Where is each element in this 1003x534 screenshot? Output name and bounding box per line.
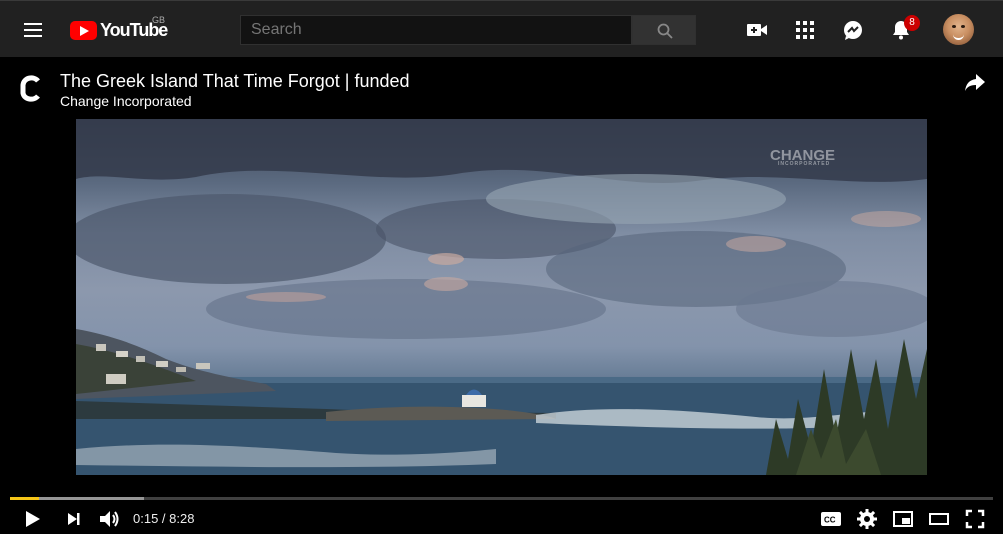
skip-next-icon (68, 513, 80, 525)
notification-badge: 8 (904, 15, 920, 31)
mute-button[interactable] (97, 507, 121, 531)
time-separator: / (158, 511, 170, 526)
play-button[interactable] (20, 507, 44, 531)
svg-text:CC: CC (824, 516, 836, 525)
gear-icon (857, 509, 877, 529)
progress-bar[interactable] (10, 497, 993, 500)
menu-icon[interactable] (22, 18, 46, 42)
volume-icon (100, 511, 119, 527)
next-button[interactable] (62, 507, 86, 531)
video-scene (76, 119, 927, 475)
progress-played (10, 497, 40, 500)
masthead: YouTube GB Search 8 (0, 0, 1003, 57)
watermark-subtext: INCORPORATED (778, 161, 831, 167)
theater-mode-icon (929, 513, 949, 525)
search-button[interactable] (632, 15, 696, 45)
theater-button[interactable] (927, 507, 951, 531)
settings-button[interactable] (855, 507, 879, 531)
avatar[interactable] (943, 14, 974, 45)
apps-grid-icon (796, 21, 814, 39)
miniplayer-button[interactable] (891, 507, 915, 531)
apps-button[interactable] (793, 18, 817, 42)
channel-logo-icon[interactable] (18, 72, 44, 104)
time-display: 0:15 / 8:28 (133, 511, 194, 526)
fullscreen-button[interactable] (963, 507, 987, 531)
share-arrow-icon (965, 74, 985, 91)
share-button[interactable] (962, 70, 988, 96)
channel-name[interactable]: Change Incorporated (60, 93, 192, 109)
video-frame[interactable]: CHANGE INCORPORATED (76, 119, 927, 475)
video-title[interactable]: The Greek Island That Time Forgot | fund… (60, 71, 410, 92)
play-icon (26, 511, 40, 527)
channel-watermark[interactable]: CHANGE INCORPORATED (770, 147, 835, 167)
region-code: GB (152, 15, 166, 25)
video-camera-icon (747, 24, 767, 36)
current-time: 0:15 (133, 511, 159, 526)
youtube-play-logo-icon (70, 20, 97, 40)
search-icon (657, 23, 673, 39)
duration: 8:28 (169, 511, 195, 526)
fullscreen-icon (965, 509, 985, 529)
chat-icon (844, 21, 862, 40)
messages-button[interactable] (841, 18, 865, 42)
create-video-button[interactable] (745, 18, 769, 42)
captions-button[interactable]: CC (819, 507, 843, 531)
search-input[interactable] (240, 15, 632, 45)
youtube-logo[interactable]: YouTube GB (70, 15, 168, 43)
cc-icon: CC (821, 512, 841, 526)
miniplayer-icon (893, 511, 913, 527)
